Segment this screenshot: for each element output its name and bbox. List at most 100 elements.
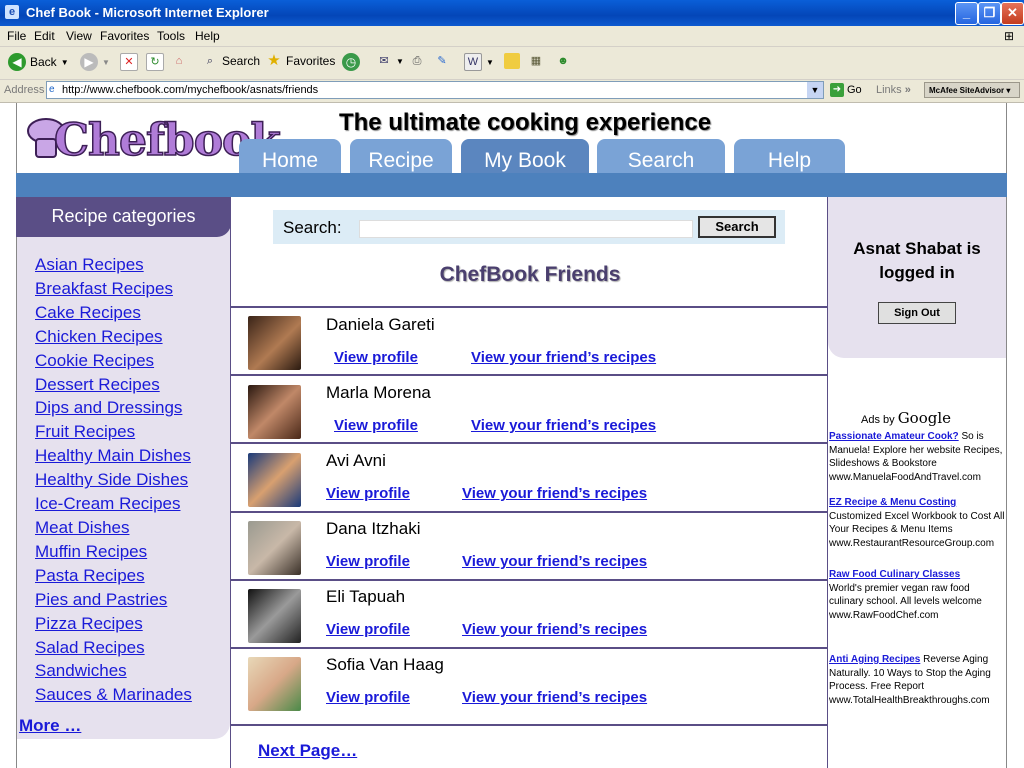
close-button[interactable]: ✕ xyxy=(1001,2,1024,25)
category-link[interactable]: Asian Recipes xyxy=(35,253,192,277)
search-button[interactable]: Search xyxy=(698,216,776,238)
category-link[interactable]: Salad Recipes xyxy=(35,636,192,660)
search-toolbar-button[interactable]: ⌕ Search xyxy=(202,53,260,69)
avatar[interactable] xyxy=(248,657,301,711)
tab-home[interactable]: Home xyxy=(239,139,341,173)
tab-help[interactable]: Help xyxy=(734,139,845,173)
category-link[interactable]: Healthy Main Dishes xyxy=(35,444,192,468)
page-border-right xyxy=(1006,103,1007,768)
links-button[interactable]: Links » xyxy=(876,84,911,96)
address-url: http://www.chefbook.com/mychefbook/asnat… xyxy=(62,84,319,96)
search-panel: Search: Search xyxy=(273,210,785,244)
maximize-button[interactable]: ❐ xyxy=(978,2,1001,25)
tab-my-book[interactable]: My Book xyxy=(461,139,589,173)
category-link[interactable]: Cake Recipes xyxy=(35,301,192,325)
ad-title-link[interactable]: Passionate Amateur Cook? xyxy=(829,431,959,442)
forward-arrow-icon: ▶ xyxy=(80,53,98,71)
avatar[interactable] xyxy=(248,453,301,507)
category-link[interactable]: Ice-Cream Recipes xyxy=(35,492,192,516)
menu-favorites[interactable]: Favorites xyxy=(100,29,149,43)
avatar[interactable] xyxy=(248,589,301,643)
view-profile-link[interactable]: View profile xyxy=(326,485,410,502)
next-page-link[interactable]: Next Page… xyxy=(258,741,357,761)
category-link[interactable]: Cookie Recipes xyxy=(35,349,192,373)
avatar[interactable] xyxy=(248,385,301,439)
view-recipes-link[interactable]: View your friend’s recipes xyxy=(462,689,647,706)
menu-edit[interactable]: Edit xyxy=(34,29,55,43)
research-button[interactable]: ▦ xyxy=(528,53,544,69)
ads-by-google[interactable]: Ads by Google xyxy=(861,409,951,427)
minimize-button[interactable]: _ xyxy=(955,2,978,25)
menu-help[interactable]: Help xyxy=(195,29,220,43)
sign-out-button[interactable]: Sign Out xyxy=(878,302,956,324)
category-link[interactable]: Sauces & Marinades xyxy=(35,683,192,707)
tab-search[interactable]: Search xyxy=(597,139,725,173)
menu-tools[interactable]: Tools xyxy=(157,29,185,43)
tagline: The ultimate cooking experience xyxy=(338,109,712,136)
more-categories-link[interactable]: More … xyxy=(19,716,81,736)
stop-button[interactable]: ✕ xyxy=(120,53,138,71)
ad-title-link[interactable]: Anti Aging Recipes xyxy=(829,654,920,665)
address-input[interactable]: e http://www.chefbook.com/mychefbook/asn… xyxy=(46,81,824,99)
category-link[interactable]: Dessert Recipes xyxy=(35,373,192,397)
row-divider xyxy=(230,579,828,581)
home-button[interactable]: ⌂ xyxy=(171,53,187,69)
view-profile-link[interactable]: View profile xyxy=(334,417,418,434)
address-dropdown-icon[interactable]: ▼ xyxy=(807,82,823,98)
back-button[interactable]: ◀ Back ▼ xyxy=(8,53,69,71)
refresh-button[interactable]: ↻ xyxy=(146,53,164,71)
ad-url[interactable]: www.ManuelaFoodAndTravel.com xyxy=(829,472,981,483)
ad-url[interactable]: www.RawFoodChef.com xyxy=(829,610,938,621)
page-content: Chefbook The ultimate cooking experience… xyxy=(0,103,1024,768)
ad-title-link[interactable]: Raw Food Culinary Classes xyxy=(829,569,960,580)
back-dropdown-icon[interactable]: ▼ xyxy=(61,58,69,67)
view-profile-link[interactable]: View profile xyxy=(334,349,418,366)
ad-url[interactable]: www.TotalHealthBreakthroughs.com xyxy=(829,695,990,706)
row-divider xyxy=(230,442,828,444)
category-link[interactable]: Sandwiches xyxy=(35,659,192,683)
category-link[interactable]: Fruit Recipes xyxy=(35,420,192,444)
view-recipes-link[interactable]: View your friend’s recipes xyxy=(462,553,647,570)
view-recipes-link[interactable]: View your friend’s recipes xyxy=(471,417,656,434)
printer-icon: ⎙ xyxy=(412,55,422,67)
ad-title-link[interactable]: EZ Recipe & Menu Costing xyxy=(829,497,956,508)
category-link[interactable]: Pasta Recipes xyxy=(35,564,192,588)
view-profile-link[interactable]: View profile xyxy=(326,689,410,706)
view-recipes-link[interactable]: View your friend’s recipes xyxy=(462,621,647,638)
menu-file[interactable]: File xyxy=(7,29,26,43)
ad-url[interactable]: www.RestaurantResourceGroup.com xyxy=(829,538,994,549)
view-recipes-link[interactable]: View your friend’s recipes xyxy=(462,485,647,502)
edit-button[interactable]: ✎ xyxy=(434,53,450,69)
google-logo: Google xyxy=(897,409,952,427)
category-link[interactable]: Pizza Recipes xyxy=(35,612,192,636)
word-button[interactable]: W ▼ xyxy=(464,53,494,71)
print-button[interactable]: ⎙ xyxy=(409,53,425,69)
menu-view[interactable]: View xyxy=(66,29,92,43)
avatar[interactable] xyxy=(248,521,301,575)
view-profile-link[interactable]: View profile xyxy=(326,553,410,570)
forward-dropdown-icon[interactable]: ▼ xyxy=(102,58,110,67)
go-button[interactable]: ➜ Go xyxy=(830,83,862,97)
address-label: Address xyxy=(4,84,45,96)
view-recipes-link[interactable]: View your friend’s recipes xyxy=(471,349,656,366)
messenger-button[interactable]: ☻ xyxy=(555,53,571,69)
chefbook-logo[interactable]: Chefbook xyxy=(24,107,282,177)
category-link[interactable]: Breakfast Recipes xyxy=(35,277,192,301)
category-link[interactable]: Pies and Pastries xyxy=(35,588,192,612)
search-input[interactable] xyxy=(359,220,693,238)
tab-recipe[interactable]: Recipe xyxy=(350,139,452,173)
view-profile-link[interactable]: View profile xyxy=(326,621,410,638)
favorites-toolbar-button[interactable]: ★ Favorites xyxy=(266,53,335,69)
category-link[interactable]: Dips and Dressings xyxy=(35,396,192,420)
mail-button[interactable]: ✉ ▼ xyxy=(376,53,404,69)
folder-button[interactable] xyxy=(504,53,520,69)
category-link[interactable]: Chicken Recipes xyxy=(35,325,192,349)
forward-button[interactable]: ▶ ▼ xyxy=(80,53,110,71)
history-button[interactable]: ◷ xyxy=(342,53,360,71)
mcafee-siteadvisor-button[interactable]: McAfee SiteAdvisor ▾ xyxy=(924,82,1020,98)
history-icon: ◷ xyxy=(342,53,360,71)
category-link[interactable]: Healthy Side Dishes xyxy=(35,468,192,492)
avatar[interactable] xyxy=(248,316,301,370)
category-link[interactable]: Muffin Recipes xyxy=(35,540,192,564)
category-link[interactable]: Meat Dishes xyxy=(35,516,192,540)
